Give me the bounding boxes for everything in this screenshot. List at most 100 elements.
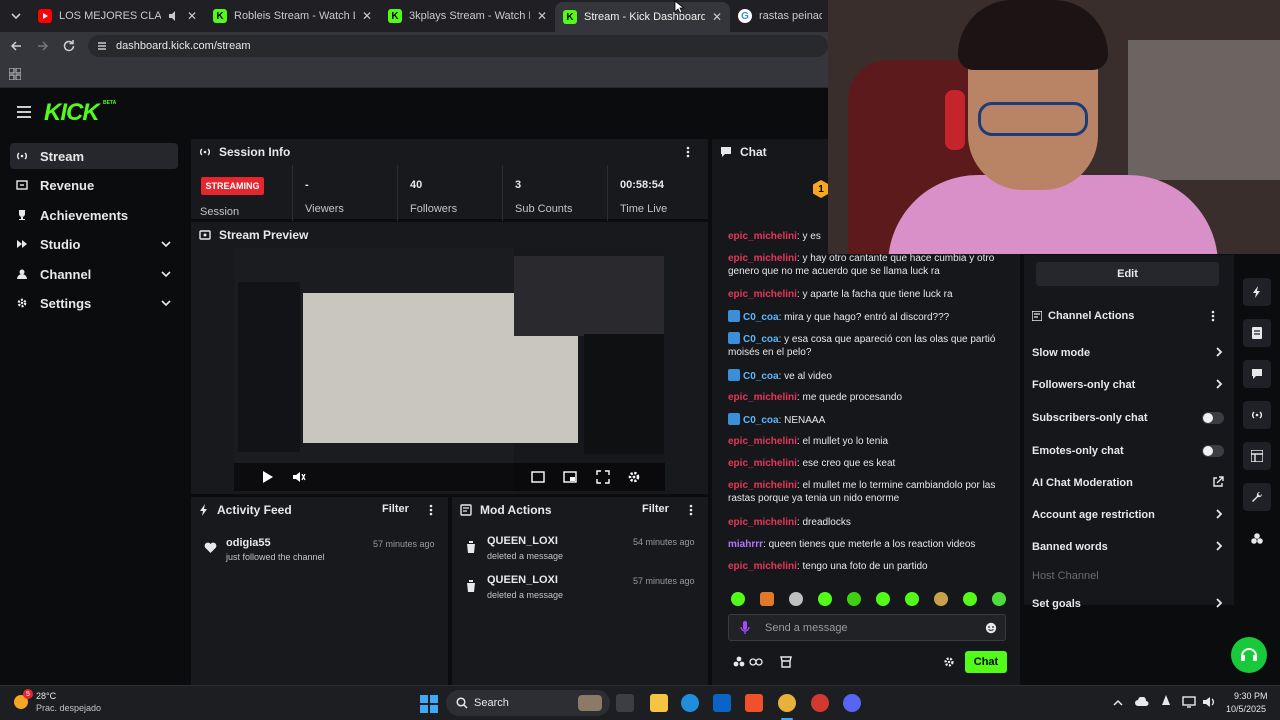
gear-icon[interactable] — [627, 470, 641, 484]
sidebar-item-achievements[interactable]: Achievements — [10, 202, 178, 228]
emote-icon[interactable] — [876, 592, 890, 606]
clock-time[interactable]: 9:30 PM — [1234, 691, 1268, 701]
more-options-icon[interactable] — [429, 504, 433, 516]
chat-username[interactable]: epic_michelini — [728, 458, 797, 469]
toggle-switch[interactable] — [1202, 412, 1224, 424]
discord-icon[interactable] — [843, 694, 861, 712]
back-icon[interactable] — [9, 39, 23, 53]
channel-action-item[interactable]: Account age restriction — [1032, 505, 1224, 525]
chat-username[interactable]: epic_michelini — [728, 561, 797, 572]
channel-action-item[interactable]: Subscribers-only chat — [1032, 408, 1224, 428]
browser-tab[interactable]: K 3kplays Stream - Watch Live on ✕ — [380, 4, 555, 28]
emote-icon[interactable] — [760, 592, 774, 606]
browser-tab[interactable]: G rastas peinado - Go — [730, 4, 830, 28]
volume-icon[interactable] — [1202, 696, 1216, 708]
mod-user[interactable]: QUEEN_LOXI — [487, 574, 558, 586]
channel-action-item[interactable]: Slow mode — [1032, 343, 1224, 363]
taskbar-search[interactable]: Search — [446, 690, 610, 716]
chat-input-box[interactable]: Send a message — [728, 614, 1006, 641]
emote-icon[interactable] — [992, 592, 1006, 606]
chat-username[interactable]: epic_michelini — [728, 253, 797, 264]
channel-action-item[interactable]: Set goals — [1032, 594, 1224, 614]
emote-icon[interactable] — [934, 592, 948, 606]
chat-username[interactable]: C0_coa — [743, 415, 779, 426]
mute-icon[interactable] — [292, 470, 306, 484]
emote-icon[interactable] — [847, 592, 861, 606]
microphone-icon[interactable] — [740, 621, 750, 635]
pinned-count-badge[interactable]: 1 — [813, 180, 829, 198]
more-options-icon[interactable] — [1211, 310, 1215, 322]
chevron-down-icon[interactable] — [160, 268, 172, 280]
reload-icon[interactable] — [62, 39, 76, 53]
mod-user[interactable]: QUEEN_LOXI — [487, 535, 558, 547]
chat-username[interactable]: epic_michelini — [728, 517, 797, 528]
gear-icon[interactable] — [943, 656, 955, 668]
browser-tab-active[interactable]: K Stream - Kick Dashboard ✕ — [555, 2, 730, 32]
chat-username[interactable]: C0_coa — [743, 334, 779, 345]
chat-username[interactable]: C0_coa — [743, 371, 779, 382]
rail-lightning-button[interactable] — [1243, 278, 1271, 306]
channel-action-item[interactable]: AI Chat Moderation — [1032, 473, 1224, 493]
chat-username[interactable]: miahrrr — [728, 539, 763, 550]
activity-user[interactable]: odigia55 — [226, 537, 271, 549]
emote-icon[interactable] — [963, 592, 977, 606]
toggle-switch[interactable] — [1202, 445, 1224, 457]
apps-grid-icon[interactable] — [9, 68, 21, 80]
chat-username[interactable]: epic_michelini — [728, 436, 797, 447]
channel-action-item[interactable]: Followers-only chat — [1032, 375, 1224, 395]
theater-mode-icon[interactable] — [531, 470, 545, 484]
site-info-icon[interactable] — [96, 40, 108, 52]
menu-icon[interactable] — [16, 105, 32, 119]
pip-icon[interactable] — [563, 470, 577, 484]
emote-icon[interactable] — [818, 592, 832, 606]
rail-chat-button[interactable] — [1243, 360, 1271, 388]
browser-tab[interactable]: LOS MEJORES CLASICOS DE ✕ — [30, 4, 205, 28]
speaker-icon[interactable] — [168, 10, 180, 22]
chat-tools-icon[interactable] — [733, 656, 765, 668]
chevron-up-icon[interactable] — [1112, 698, 1124, 708]
kick-logo[interactable]: KICK — [44, 99, 100, 127]
chrome-profile-icon[interactable] — [811, 694, 829, 712]
sidebar-item-channel[interactable]: Channel — [10, 261, 178, 287]
close-tab-icon[interactable]: ✕ — [187, 9, 197, 23]
start-button[interactable] — [420, 695, 438, 713]
rail-dashboard-button[interactable] — [1243, 442, 1271, 470]
channel-action-item[interactable]: Emotes-only chat — [1032, 441, 1224, 461]
edge-icon[interactable] — [681, 694, 699, 712]
close-tab-icon[interactable]: ✕ — [712, 10, 722, 24]
chat-username[interactable]: C0_coa — [743, 312, 779, 323]
stream-video[interactable] — [234, 248, 665, 491]
emoji-icon[interactable] — [985, 622, 997, 634]
close-tab-icon[interactable]: ✕ — [362, 9, 372, 23]
task-view-icon[interactable] — [616, 694, 634, 712]
sidebar-item-stream[interactable]: Stream — [10, 143, 178, 169]
browser-tab[interactable]: K Robleis Stream - Watch Live on ✕ — [205, 4, 380, 28]
emote-icon[interactable] — [731, 592, 745, 606]
edit-button[interactable]: Edit — [1036, 262, 1219, 286]
rail-community-icon[interactable] — [1250, 532, 1264, 546]
filter-button[interactable]: Filter — [642, 503, 669, 515]
filter-button[interactable]: Filter — [382, 503, 409, 515]
chat-username[interactable]: epic_michelini — [728, 231, 797, 242]
store-icon[interactable] — [780, 656, 792, 668]
display-icon[interactable] — [1182, 696, 1196, 708]
url-field[interactable]: dashboard.kick.com/stream — [88, 35, 828, 57]
pen-icon[interactable] — [1160, 695, 1172, 709]
chat-username[interactable]: epic_michelini — [728, 392, 797, 403]
tab-list-dropdown[interactable] — [8, 8, 24, 24]
more-options-icon[interactable] — [686, 146, 690, 158]
channel-action-item[interactable]: Banned words — [1032, 537, 1224, 557]
cloud-icon[interactable] — [1135, 697, 1149, 707]
fullscreen-icon[interactable] — [596, 470, 610, 484]
chevron-down-icon[interactable] — [160, 297, 172, 309]
brave-icon[interactable] — [745, 694, 763, 712]
rail-tools-button[interactable] — [1243, 483, 1271, 511]
channel-action-item[interactable]: Host Channel — [1032, 566, 1224, 586]
rail-notes-button[interactable] — [1243, 319, 1271, 347]
chevron-down-icon[interactable] — [160, 238, 172, 250]
more-options-icon[interactable] — [689, 504, 693, 516]
sidebar-item-studio[interactable]: Studio — [10, 231, 178, 257]
file-explorer-icon[interactable] — [650, 694, 668, 712]
clock-date[interactable]: 10/5/2025 — [1226, 704, 1266, 714]
outlook-icon[interactable] — [713, 694, 731, 712]
